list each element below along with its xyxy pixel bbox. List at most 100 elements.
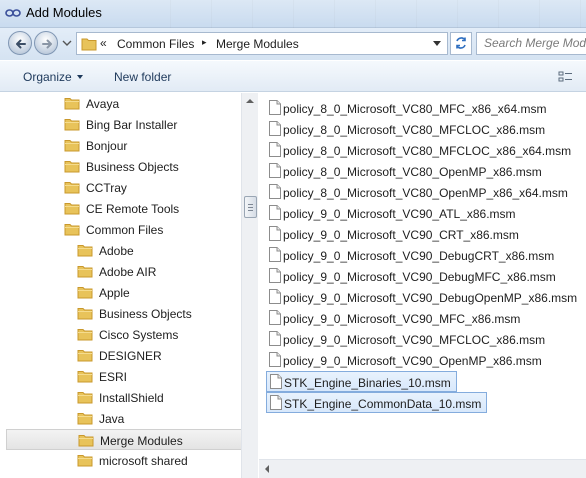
tree-item[interactable]: Bing Bar Installer (0, 114, 240, 135)
file-item[interactable]: policy_9_0_Microsoft_VC90_MFC_x86.msm (266, 308, 527, 329)
tree-item-label: Avaya (86, 97, 120, 111)
tree-item[interactable]: Avaya (0, 93, 240, 114)
msm-file-icon (269, 163, 281, 181)
refresh-icon (456, 37, 466, 49)
forward-arrow-icon (42, 39, 52, 49)
msm-file-icon (269, 331, 281, 349)
file-item[interactable]: policy_8_0_Microsoft_VC80_OpenMP_x86.msm (266, 161, 549, 182)
file-name: policy_9_0_Microsoft_VC90_ATL_x86.msm (283, 207, 516, 221)
tree-item-label: Adobe (99, 244, 134, 258)
tree-item[interactable]: DESIGNER (0, 345, 240, 366)
window-title: Add Modules (26, 5, 102, 20)
tree-item[interactable]: ESRI (0, 366, 240, 387)
scrollbar-thumb[interactable] (244, 196, 257, 218)
tree-item-label: ESRI (99, 370, 128, 384)
tree-item-label: Cisco Systems (99, 328, 179, 342)
grip-line (248, 204, 253, 205)
file-name: policy_9_0_Microsoft_VC90_DebugOpenMP_x8… (283, 291, 578, 305)
tree-item[interactable]: CCTray (0, 177, 240, 198)
file-item[interactable]: policy_9_0_Microsoft_VC90_CRT_x86.msm (266, 224, 526, 245)
forward-button[interactable] (34, 31, 58, 55)
file-item[interactable]: STK_Engine_Binaries_10.msm (266, 371, 457, 392)
folder-icon (64, 117, 80, 134)
file-item[interactable]: policy_8_0_Microsoft_VC80_OpenMP_x86_x64… (266, 182, 575, 203)
file-name: policy_9_0_Microsoft_VC90_MFCLOC_x86.msm (283, 333, 546, 347)
change-view-icon[interactable] (558, 70, 574, 84)
tree-item[interactable]: Merge Modules (6, 429, 246, 450)
msm-file-icon (269, 352, 281, 370)
folder-icon (77, 306, 93, 323)
search-input[interactable]: Search Merge Modules (476, 32, 586, 55)
file-item[interactable]: policy_9_0_Microsoft_VC90_ATL_x86.msm (266, 203, 523, 224)
msm-file-icon (269, 184, 281, 202)
organize-caret-icon[interactable] (77, 75, 83, 79)
msm-file-icon (269, 226, 281, 244)
file-item[interactable]: policy_9_0_Microsoft_VC90_DebugOpenMP_x8… (266, 287, 584, 308)
msm-file-icon (269, 289, 281, 307)
msm-file-icon (269, 142, 281, 160)
tree-item-label: Bing Bar Installer (86, 118, 178, 132)
tree-item[interactable]: Apple (0, 282, 240, 303)
grip-line (248, 210, 253, 211)
refresh-button[interactable] (450, 32, 472, 55)
file-item[interactable]: policy_8_0_Microsoft_VC80_MFCLOC_x86.msm (266, 119, 552, 140)
tree-item-label: Apple (99, 286, 130, 300)
tree-item[interactable]: Common Files (0, 219, 240, 240)
tree-item[interactable]: Business Objects (0, 303, 240, 324)
tree-item[interactable]: Bonjour (0, 135, 240, 156)
msm-file-icon (269, 310, 281, 328)
folder-icon (64, 96, 80, 113)
navigation-pane[interactable]: Avaya Bing Bar Installer Bonjour Business O… (0, 93, 258, 478)
address-dropdown-icon[interactable] (433, 41, 441, 46)
command-toolbar: Organize New folder (0, 60, 586, 92)
file-name: policy_8_0_Microsoft_VC80_MFC_x86_x64.ms… (283, 102, 547, 116)
file-name: policy_9_0_Microsoft_VC90_OpenMP_x86.msm (283, 354, 542, 368)
tree-item[interactable]: Cisco Systems (0, 324, 240, 345)
tree-item[interactable]: CE Remote Tools (0, 198, 240, 219)
msm-file-icon (269, 205, 281, 223)
back-arrow-icon (16, 39, 26, 49)
back-button[interactable] (8, 31, 32, 55)
file-item[interactable]: policy_8_0_Microsoft_VC80_MFCLOC_x86_x64… (266, 140, 578, 161)
tree-item[interactable]: InstallShield (0, 387, 240, 408)
file-list-horizontal-scrollbar[interactable] (259, 459, 586, 478)
tree-item-label: Business Objects (99, 307, 192, 321)
folder-icon (77, 327, 93, 344)
tree-item-label: CCTray (86, 181, 127, 195)
scroll-left-arrow-icon[interactable] (265, 465, 269, 473)
breadcrumb-separator-icon[interactable]: ▸ (202, 37, 207, 48)
tree-item[interactable]: microsoft shared (0, 450, 240, 471)
folder-icon (77, 390, 93, 407)
address-bar[interactable]: « Common Files ▸ Merge Modules (76, 32, 448, 55)
folder-icon (77, 264, 93, 281)
msm-file-icon (269, 247, 281, 265)
msm-file-icon (270, 395, 282, 413)
scroll-up-arrow-icon[interactable] (246, 99, 254, 103)
file-name: policy_9_0_Microsoft_VC90_MFC_x86.msm (283, 312, 521, 326)
file-item[interactable]: policy_9_0_Microsoft_VC90_DebugCRT_x86.m… (266, 245, 561, 266)
overflow-chevron[interactable]: « (100, 36, 107, 50)
breadcrumb-merge-modules[interactable]: Merge Modules (216, 37, 299, 51)
tree-item[interactable]: Business Objects (0, 156, 240, 177)
file-name: policy_9_0_Microsoft_VC90_DebugCRT_x86.m… (283, 249, 555, 263)
organize-button[interactable]: Organize (23, 70, 72, 84)
file-item[interactable]: policy_8_0_Microsoft_VC80_MFC_x86_x64.ms… (266, 98, 553, 119)
background-window-ghost (130, 0, 586, 28)
folder-icon (64, 201, 80, 218)
file-list-pane[interactable]: policy_8_0_Microsoft_VC80_MFC_x86_x64.ms… (259, 93, 586, 478)
file-item[interactable]: policy_9_0_Microsoft_VC90_DebugMFC_x86.m… (266, 266, 563, 287)
tree-item-label: Adobe AIR (99, 265, 157, 279)
file-item[interactable]: STK_Engine_CommonData_10.msm (266, 392, 487, 413)
msm-file-icon (269, 100, 281, 118)
folder-icon (77, 285, 93, 302)
navigation-pane-scrollbar[interactable] (241, 93, 258, 478)
file-item[interactable]: policy_9_0_Microsoft_VC90_OpenMP_x86.msm (266, 350, 549, 371)
new-folder-button[interactable]: New folder (114, 70, 171, 84)
tree-item[interactable]: Adobe AIR (0, 261, 240, 282)
tree-item[interactable]: Java (0, 408, 240, 429)
tree-item[interactable]: Adobe (0, 240, 240, 261)
file-item[interactable]: policy_9_0_Microsoft_VC90_MFCLOC_x86.msm (266, 329, 552, 350)
tree-item-label: microsoft shared (99, 454, 188, 468)
recent-pages-dropdown-icon[interactable] (62, 38, 72, 48)
breadcrumb-common-files[interactable]: Common Files (117, 37, 194, 51)
